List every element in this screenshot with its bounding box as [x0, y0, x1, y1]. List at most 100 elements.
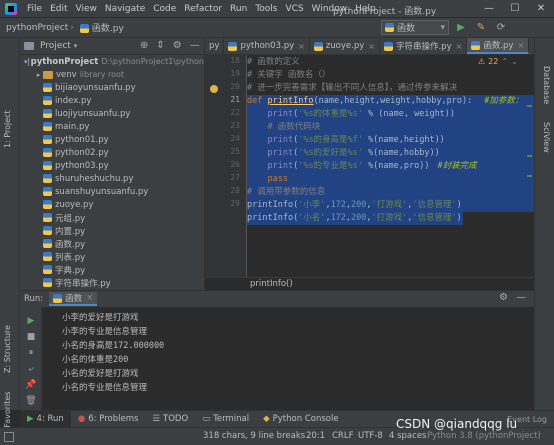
close-tab-icon[interactable]: ×	[298, 42, 305, 51]
run-configuration-select[interactable]: 函数 ▾	[381, 20, 449, 35]
tree-file-row[interactable]: 字典.py	[20, 263, 204, 276]
intention-bulb-icon[interactable]	[210, 85, 218, 93]
line-number: 24	[230, 134, 240, 143]
menu-refactor[interactable]: Refactor	[180, 4, 226, 14]
status-interpreter[interactable]: Python 3.8 (pythonProject)	[427, 431, 541, 441]
inspection-widget[interactable]: ⚠ 22 ⌃ ⌄	[478, 57, 518, 66]
pause-icon[interactable]: ⏸	[24, 347, 38, 359]
tool-tab-problems[interactable]: ● 6: Problems	[71, 411, 146, 428]
project-panel-title[interactable]: Project	[40, 41, 71, 51]
chevron-down-icon: ▾	[24, 57, 28, 66]
code-comment: #封装完成	[437, 161, 477, 171]
minimize-button[interactable]: —	[476, 0, 502, 18]
code-comment: # 调用带参数的信息	[247, 187, 326, 197]
error-stripe[interactable]	[527, 65, 533, 270]
python-file-icon	[43, 148, 52, 157]
code-plain: %(name,height))	[362, 135, 445, 145]
rerun-icon[interactable]: ▶	[24, 315, 38, 327]
editor-tab[interactable]: py	[205, 38, 225, 54]
tree-root-row[interactable]: ▾ pythonProject D:\pythonProject1\python	[20, 55, 204, 68]
tree-file-row[interactable]: suanshuyunsuanfu.py	[20, 185, 204, 198]
close-tab-icon[interactable]: ×	[517, 41, 524, 50]
menu-file[interactable]: File	[23, 4, 46, 14]
run-icon: ▶	[27, 414, 34, 424]
menu-edit[interactable]: Edit	[46, 4, 71, 14]
tree-file-row[interactable]: python03.py	[20, 159, 204, 172]
menu-code[interactable]: Code	[149, 4, 180, 14]
tool-tab-todo[interactable]: ☰ TODO	[145, 411, 195, 428]
locate-file-icon[interactable]: ⊕	[140, 40, 148, 51]
chevron-down-icon[interactable]: ▾	[74, 42, 78, 50]
tree-venv-row[interactable]: ▸ venv library root	[20, 68, 204, 81]
code-plain: %(name,pro))	[362, 161, 430, 171]
menu-view[interactable]: View	[72, 4, 101, 14]
python-file-icon	[43, 252, 52, 261]
menu-run[interactable]: Run	[226, 4, 251, 14]
database-tool-tab[interactable]: Database	[542, 66, 551, 104]
tree-file-row[interactable]: 函数.py	[20, 237, 204, 250]
python-file-icon	[43, 213, 52, 222]
python-console-icon: ◆	[263, 414, 270, 424]
python-file-icon	[43, 200, 52, 209]
trash-icon[interactable]: 🗑	[24, 395, 38, 407]
status-encoding[interactable]: UTF-8	[358, 431, 383, 441]
tree-file-row[interactable]: main.py	[20, 120, 204, 133]
code-editor[interactable]: # 函数的定义 # 关键字 函数名（） # 进一步完善需求【输出不同人信息】，通…	[247, 55, 534, 277]
tree-file-label: 字典.py	[55, 265, 86, 276]
code-line-selected: def printInfo(name,height,weight,hobby,p…	[247, 95, 534, 108]
tree-file-row[interactable]: bijiaoyunsuanfu.py	[20, 81, 204, 94]
menu-tools[interactable]: Tools	[251, 4, 281, 14]
code-string: '打游戏'	[371, 200, 408, 210]
hide-panel-icon[interactable]: —	[190, 40, 200, 51]
gear-icon[interactable]: ⚙	[499, 292, 508, 303]
tree-file-row[interactable]: 字符串操作.py	[20, 276, 204, 289]
soft-wrap-icon[interactable]: ⤶	[24, 363, 38, 375]
close-button[interactable]: ✕	[528, 0, 554, 18]
close-tab-icon[interactable]: ×	[368, 42, 375, 51]
python-file-icon	[43, 83, 52, 92]
stop-icon[interactable]: ■	[24, 331, 38, 343]
maximize-button[interactable]: ☐	[502, 0, 528, 18]
project-tool-tab[interactable]: 1: Project	[3, 110, 12, 148]
editor-tab[interactable]: python03.py ×	[224, 38, 310, 54]
tree-file-row[interactable]: 内置.py	[20, 224, 204, 237]
tree-file-row[interactable]: python02.py	[20, 146, 204, 159]
breadcrumb-file[interactable]: 函数.py	[74, 21, 126, 34]
breadcrumb-project[interactable]: pythonProject	[0, 23, 70, 33]
tree-file-row[interactable]: zuoye.py	[20, 198, 204, 211]
tree-file-row[interactable]: shuruheshuchu.py	[20, 172, 204, 185]
collapse-all-icon[interactable]: ⇕	[156, 40, 164, 51]
status-caret-position[interactable]: 20:1	[306, 431, 325, 441]
tool-tab-python-console[interactable]: ◆ Python Console	[256, 411, 345, 428]
sciview-tool-tab[interactable]: SciView	[542, 122, 551, 153]
editor-tab[interactable]: zuoye.py ×	[310, 38, 380, 54]
close-tab-icon[interactable]: ×	[86, 293, 93, 303]
status-line-separator[interactable]: CRLF	[332, 431, 353, 441]
todo-icon: ☰	[152, 414, 161, 424]
status-indent[interactable]: 4 spaces	[389, 431, 426, 441]
menu-vcs[interactable]: VCS	[281, 4, 307, 14]
editor-tab[interactable]: 字符串操作.py ×	[380, 38, 468, 54]
tree-file-row[interactable]: 列表.py	[20, 250, 204, 263]
tree-file-row[interactable]: 元组.py	[20, 211, 204, 224]
hide-panel-icon[interactable]: —	[516, 292, 526, 303]
tool-tab-terminal[interactable]: ▭ Terminal	[195, 411, 256, 428]
pin-icon[interactable]: 📌	[24, 379, 38, 391]
editor-breadcrumb[interactable]: printInfo()	[205, 277, 534, 290]
close-tab-icon[interactable]: ×	[456, 42, 463, 51]
tree-file-label: shuruheshuchu.py	[55, 173, 134, 184]
run-tab[interactable]: 函数 ×	[49, 292, 98, 306]
toggle-tool-windows-icon[interactable]	[4, 432, 14, 442]
run-icon[interactable]: ▶	[454, 20, 468, 35]
python-file-icon	[313, 41, 323, 51]
tool-tab-run[interactable]: ▶ 4: Run	[20, 410, 71, 428]
editor-tab-active[interactable]: 函数.py ×	[467, 38, 530, 54]
tree-file-row[interactable]: luojiyunsuanfu.py	[20, 107, 204, 120]
tree-file-row[interactable]: python01.py	[20, 133, 204, 146]
debug-icon[interactable]: ✎	[474, 20, 488, 35]
gear-icon[interactable]: ⚙	[173, 40, 182, 51]
menu-navigate[interactable]: Navigate	[101, 4, 149, 14]
structure-tool-tab[interactable]: Z: Structure	[3, 325, 12, 373]
rerun-icon[interactable]: ⟳	[494, 20, 508, 35]
tree-file-row[interactable]: index.py	[20, 94, 204, 107]
